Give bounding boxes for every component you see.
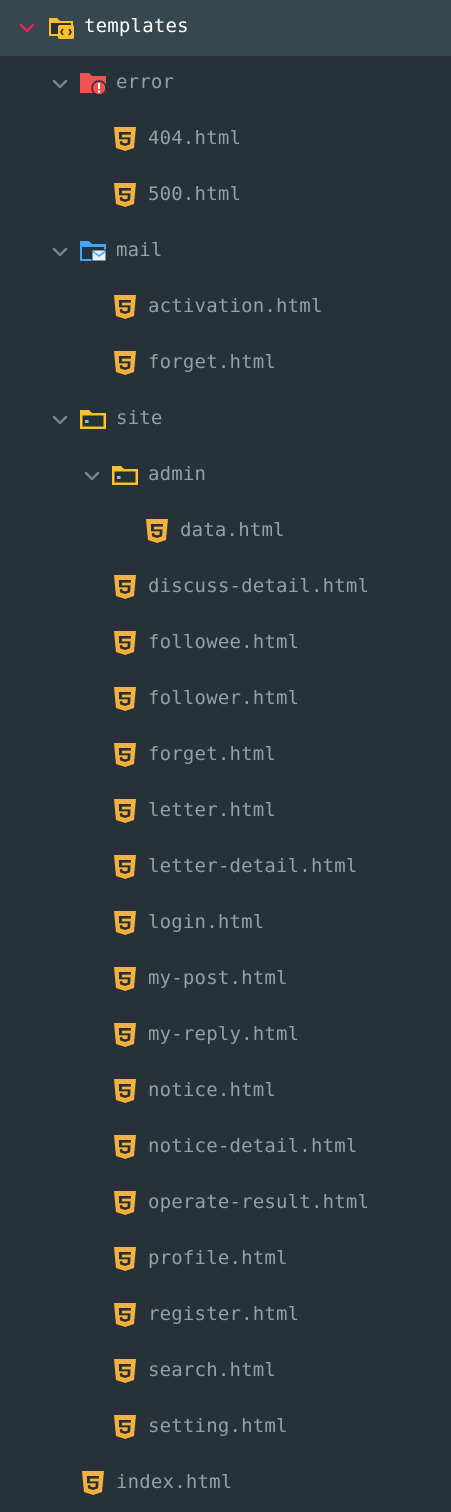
folder-label-admin: admin (148, 463, 207, 485)
html5-icon (114, 1191, 136, 1215)
html5-icon (114, 743, 136, 767)
html5-icon (114, 295, 136, 319)
file-row-my-post[interactable]: my-post.html (0, 952, 451, 1008)
html5-icon (146, 519, 168, 543)
html5-icon (114, 631, 136, 655)
file-label: letter-detail.html (148, 855, 358, 877)
folder-label-site: site (116, 407, 163, 429)
html5-icon (114, 183, 136, 207)
chevron-down-icon[interactable] (49, 73, 71, 95)
file-label: 500.html (148, 183, 242, 205)
file-label: followee.html (148, 631, 300, 653)
file-row-follower[interactable]: follower.html (0, 672, 451, 728)
file-label: register.html (148, 1303, 300, 1325)
file-row-letter-detail[interactable]: letter-detail.html (0, 840, 451, 896)
file-row-followee[interactable]: followee.html (0, 616, 451, 672)
html5-icon (82, 1471, 104, 1495)
file-label: discuss-detail.html (148, 575, 370, 597)
mail-folder-icon (80, 241, 107, 262)
file-row-404[interactable]: 404.html (0, 112, 451, 168)
file-label: profile.html (148, 1247, 288, 1269)
html5-icon (114, 1415, 136, 1439)
file-label: notice-detail.html (148, 1135, 358, 1157)
file-row-notice-detail[interactable]: notice-detail.html (0, 1120, 451, 1176)
file-row-discuss-detail[interactable]: discuss-detail.html (0, 560, 451, 616)
file-row-my-reply[interactable]: my-reply.html (0, 1008, 451, 1064)
html5-icon (114, 911, 136, 935)
file-label: letter.html (148, 799, 277, 821)
file-row-data[interactable]: data.html (0, 504, 451, 560)
html5-icon (114, 1135, 136, 1159)
file-label: activation.html (148, 295, 323, 317)
file-row-forget-site[interactable]: forget.html (0, 728, 451, 784)
folder-row-templates[interactable]: templates (0, 0, 451, 56)
html5-icon (114, 687, 136, 711)
templates-folder-icon (49, 18, 74, 39)
file-label: operate-result.html (148, 1191, 370, 1213)
html5-icon (114, 799, 136, 823)
folder-label-mail: mail (116, 239, 163, 261)
file-row-profile[interactable]: profile.html (0, 1232, 451, 1288)
folder-label-error: error (116, 71, 175, 93)
error-folder-icon (80, 73, 107, 96)
html5-icon (114, 967, 136, 991)
file-row-search[interactable]: search.html (0, 1344, 451, 1400)
html5-icon (114, 351, 136, 375)
html5-icon (114, 1079, 136, 1103)
file-label: notice.html (148, 1079, 277, 1101)
chevron-down-icon[interactable] (16, 17, 38, 39)
file-label: index.html (116, 1471, 233, 1493)
file-row-letter[interactable]: letter.html (0, 784, 451, 840)
html5-icon (114, 127, 136, 151)
file-label: search.html (148, 1359, 277, 1381)
chevron-down-icon[interactable] (49, 241, 71, 263)
html5-icon (114, 1023, 136, 1047)
folder-icon (80, 410, 106, 429)
folder-row-site[interactable]: site (0, 392, 451, 448)
chevron-down-icon[interactable] (81, 465, 103, 487)
html5-icon (114, 855, 136, 879)
folder-icon (112, 466, 138, 485)
chevron-down-icon[interactable] (49, 409, 71, 431)
file-label: login.html (148, 911, 265, 933)
file-label: data.html (180, 519, 285, 541)
file-label: my-reply.html (148, 1023, 300, 1045)
folder-row-error[interactable]: error (0, 56, 451, 112)
file-explorer-tree: templates error 404.html 500.html mail a… (0, 0, 451, 1512)
folder-label-templates: templates (84, 15, 189, 37)
file-label: forget.html (148, 351, 277, 373)
file-label: 404.html (148, 127, 242, 149)
html5-icon (114, 575, 136, 599)
file-row-login[interactable]: login.html (0, 896, 451, 952)
file-row-notice[interactable]: notice.html (0, 1064, 451, 1120)
file-row-forget-mail[interactable]: forget.html (0, 336, 451, 392)
file-label: forget.html (148, 743, 277, 765)
html5-icon (114, 1303, 136, 1327)
file-row-500[interactable]: 500.html (0, 168, 451, 224)
html5-icon (114, 1247, 136, 1271)
folder-row-admin[interactable]: admin (0, 448, 451, 504)
file-row-operate-result[interactable]: operate-result.html (0, 1176, 451, 1232)
file-row-activation[interactable]: activation.html (0, 280, 451, 336)
html5-icon (114, 1359, 136, 1383)
folder-row-mail[interactable]: mail (0, 224, 451, 280)
file-row-setting[interactable]: setting.html (0, 1400, 451, 1456)
file-label: my-post.html (148, 967, 288, 989)
file-label: setting.html (148, 1415, 288, 1437)
file-row-register[interactable]: register.html (0, 1288, 451, 1344)
file-label: follower.html (148, 687, 300, 709)
